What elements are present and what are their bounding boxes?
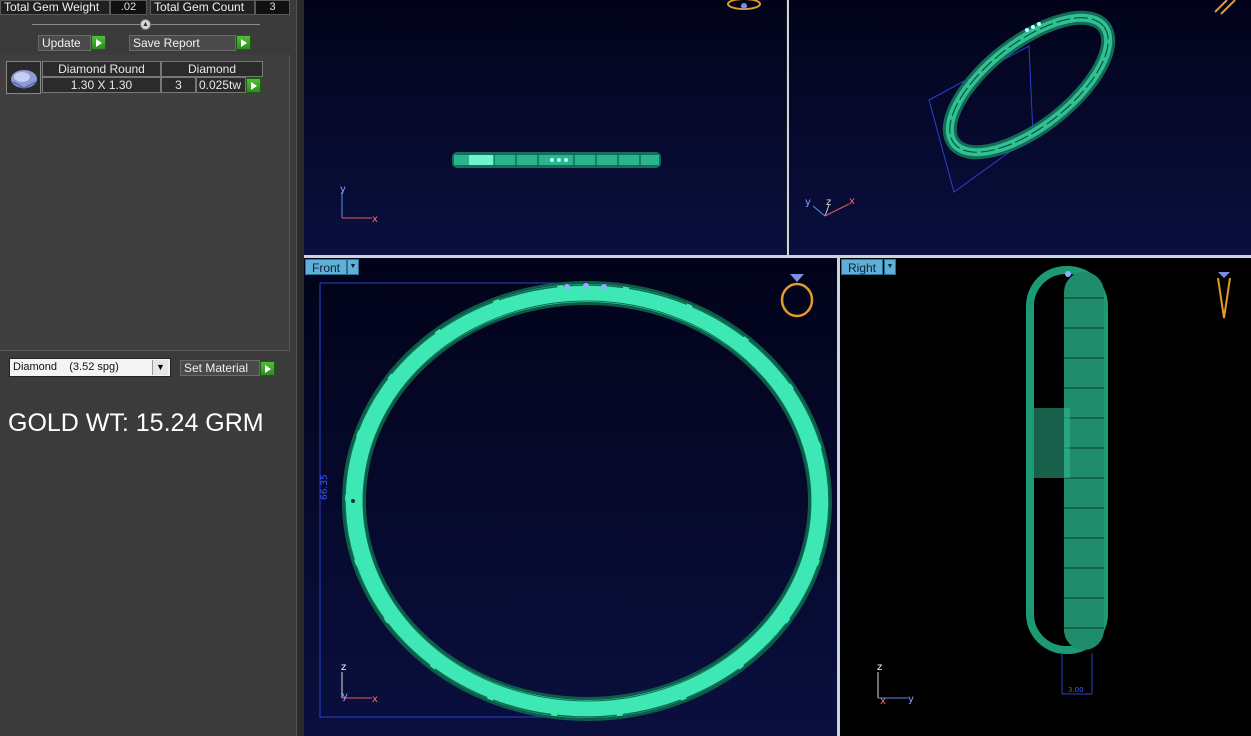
axis-y-label: y — [340, 184, 346, 195]
panel-separator[interactable] — [296, 0, 304, 736]
total-gem-weight-value: .02 — [110, 0, 147, 15]
total-gem-count-label: Total Gem Count — [150, 0, 255, 15]
dropdown-arrow-icon[interactable]: ▼ — [152, 360, 168, 375]
save-report-go-icon[interactable] — [236, 35, 251, 50]
axis-z-label: z — [826, 197, 831, 208]
total-gem-count-value: 3 — [255, 0, 290, 15]
axis-z-label: z — [877, 662, 882, 673]
ring-top-view[interactable] — [452, 152, 661, 168]
update-go-icon[interactable] — [91, 35, 106, 50]
gold-weight-readout: GOLD WT: 15.24 GRM — [8, 409, 264, 437]
update-button[interactable]: Update — [38, 35, 91, 51]
right-dimension-label: 3.00 — [1068, 686, 1084, 694]
axis-x-label: x — [880, 696, 886, 707]
gem-row-go-icon[interactable] — [246, 78, 261, 93]
total-gem-weight-label: Total Gem Weight — [0, 0, 110, 15]
gem-shape-cell[interactable]: Diamond Round — [42, 61, 161, 77]
axis-y-label: y — [805, 197, 811, 208]
gem-size-cell[interactable]: 1.30 X 1.30 — [42, 77, 161, 93]
panel-splitter-handle[interactable]: ▲ — [140, 19, 151, 30]
gem-weight-cell[interactable]: 0.025tw — [196, 77, 246, 93]
gem-count-cell[interactable]: 3 — [161, 77, 196, 93]
viewport-front[interactable]: 66.35 z y x Front ▼ — [304, 258, 837, 736]
viewport-perspective[interactable]: y z x — [787, 0, 1251, 255]
diamond-thumbnail-icon — [6, 61, 41, 94]
axis-y-label: y — [342, 691, 348, 702]
viewport-top[interactable]: y x — [304, 0, 786, 255]
axis-x-label: x — [849, 196, 855, 207]
set-material-go-icon[interactable] — [260, 361, 275, 376]
viewport-right[interactable]: 3.00 z x y Right ▼ — [840, 258, 1251, 736]
front-view-dropdown-icon[interactable]: ▼ — [347, 259, 359, 275]
material-dropdown[interactable]: Diamond (3.52 spg) — [9, 358, 171, 377]
set-material-button[interactable]: Set Material — [180, 360, 260, 376]
axis-x-label: x — [372, 214, 378, 225]
axis-z-label: z — [341, 662, 346, 673]
front-view-label[interactable]: Front — [305, 259, 348, 275]
right-view-dropdown-icon[interactable]: ▼ — [884, 259, 896, 275]
app-window: Total Gem Weight .02 Total Gem Count 3 ▲… — [0, 0, 1251, 736]
gem-list-area — [0, 55, 290, 351]
front-dimension-label: 66.35 — [320, 474, 330, 500]
axis-x-label: x — [372, 694, 378, 705]
gem-report-panel: Total Gem Weight .02 Total Gem Count 3 ▲… — [0, 0, 296, 736]
save-report-button[interactable]: Save Report — [129, 35, 236, 51]
axis-y-label: y — [908, 694, 914, 705]
gem-material-cell[interactable]: Diamond — [161, 61, 263, 77]
right-view-label[interactable]: Right — [841, 259, 884, 275]
